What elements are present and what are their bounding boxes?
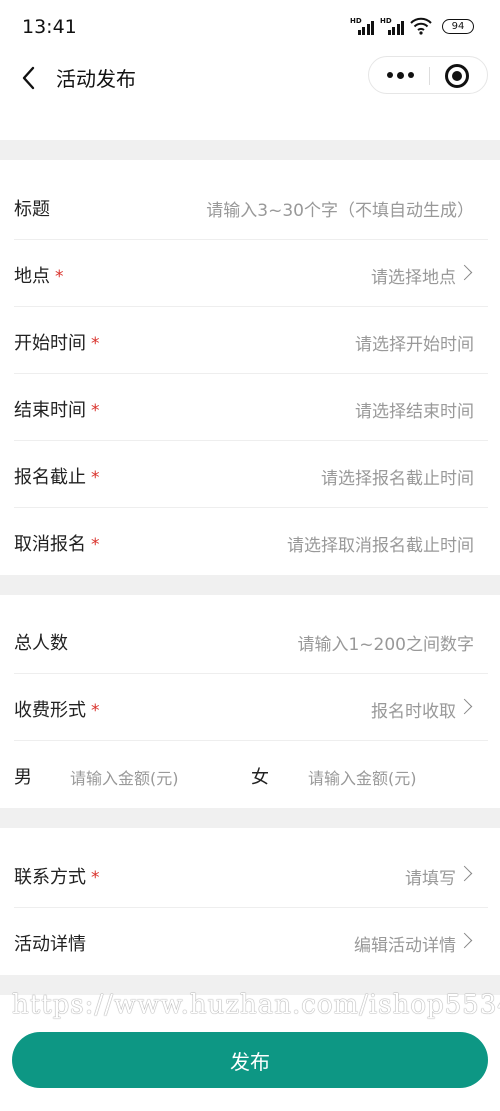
start-time-picker[interactable]: 请选择开始时间 bbox=[355, 330, 474, 355]
nav-bar: 活动发布 bbox=[0, 56, 500, 100]
target-circle-icon[interactable] bbox=[445, 64, 469, 88]
more-dots-icon[interactable] bbox=[385, 65, 415, 85]
total-people-input[interactable]: 请输入1~200之间数字 bbox=[297, 630, 474, 655]
back-icon[interactable] bbox=[16, 64, 44, 92]
signup-deadline-row[interactable]: 报名截止 * 请选择报名截止时间 bbox=[14, 441, 488, 508]
end-time-row[interactable]: 结束时间 * 请选择结束时间 bbox=[14, 374, 488, 441]
title-input[interactable]: 请输入3~30个字（不填自动生成） bbox=[206, 196, 474, 221]
capsule-divider bbox=[429, 67, 430, 85]
female-label: 女 bbox=[251, 767, 269, 788]
title-label: 标题 bbox=[14, 199, 50, 220]
signal-icon: HD bbox=[350, 17, 374, 35]
status-bar: 13:41 HD HD 94 bbox=[0, 0, 500, 56]
required-star: * bbox=[55, 267, 64, 287]
section-separator bbox=[0, 808, 500, 828]
chevron-right-icon bbox=[456, 865, 473, 882]
required-star: * bbox=[91, 468, 100, 488]
fee-type-label: 收费形式 * bbox=[14, 700, 100, 721]
end-time-picker[interactable]: 请选择结束时间 bbox=[355, 397, 474, 422]
start-time-label: 开始时间 * bbox=[14, 333, 100, 354]
watermark: https://www.huzhan.com/ishop5534 bbox=[12, 990, 500, 1020]
required-star: * bbox=[91, 334, 100, 354]
male-price-input[interactable]: 请输入金额(元) bbox=[70, 765, 179, 789]
fee-type-row[interactable]: 收费形式 * 报名时收取 bbox=[14, 674, 488, 741]
fee-type-picker[interactable]: 报名时收取 bbox=[371, 697, 456, 722]
cancel-signup-picker[interactable]: 请选择取消报名截止时间 bbox=[287, 531, 474, 556]
required-star: * bbox=[91, 868, 100, 888]
publish-button[interactable]: 发布 bbox=[12, 1032, 488, 1088]
status-icons: HD HD 94 bbox=[350, 17, 474, 35]
mini-program-capsule bbox=[368, 56, 488, 94]
cancel-signup-label: 取消报名 * bbox=[14, 534, 100, 555]
details-editor[interactable]: 编辑活动详情 bbox=[354, 931, 456, 956]
cancel-signup-row[interactable]: 取消报名 * 请选择取消报名截止时间 bbox=[14, 508, 488, 575]
page-title: 活动发布 bbox=[56, 67, 136, 91]
end-time-label: 结束时间 * bbox=[14, 400, 100, 421]
title-row[interactable]: 标题 请输入3~30个字（不填自动生成） bbox=[14, 173, 488, 240]
total-people-row[interactable]: 总人数 请输入1~200之间数字 bbox=[14, 607, 488, 674]
contact-row[interactable]: 联系方式 * 请填写 bbox=[14, 841, 488, 908]
location-picker[interactable]: 请选择地点 bbox=[371, 263, 456, 288]
required-star: * bbox=[91, 401, 100, 421]
chevron-right-icon bbox=[456, 698, 473, 715]
chevron-right-icon bbox=[456, 264, 473, 281]
required-star: * bbox=[91, 535, 100, 555]
wifi-icon bbox=[410, 17, 432, 35]
status-time: 13:41 bbox=[22, 16, 77, 38]
contact-label: 联系方式 * bbox=[14, 867, 100, 888]
signup-deadline-label: 报名截止 * bbox=[14, 467, 100, 488]
location-row[interactable]: 地点 * 请选择地点 bbox=[14, 240, 488, 307]
female-price-input[interactable]: 请输入金额(元) bbox=[308, 765, 417, 789]
required-star: * bbox=[91, 701, 100, 721]
start-time-row[interactable]: 开始时间 * 请选择开始时间 bbox=[14, 307, 488, 374]
signal-icon: HD bbox=[380, 17, 404, 35]
contact-input[interactable]: 请填写 bbox=[405, 864, 456, 889]
details-label: 活动详情 bbox=[14, 934, 86, 955]
male-label: 男 bbox=[14, 767, 32, 788]
section-separator bbox=[0, 575, 500, 595]
price-row: 男 请输入金额(元) 女 请输入金额(元) bbox=[14, 741, 488, 808]
total-people-label: 总人数 bbox=[14, 633, 68, 654]
section-separator bbox=[0, 140, 500, 160]
battery-icon: 94 bbox=[442, 18, 474, 34]
location-label: 地点 * bbox=[14, 266, 64, 287]
details-row[interactable]: 活动详情 编辑活动详情 bbox=[14, 908, 488, 975]
chevron-right-icon bbox=[456, 932, 473, 949]
signup-deadline-picker[interactable]: 请选择报名截止时间 bbox=[321, 464, 474, 489]
